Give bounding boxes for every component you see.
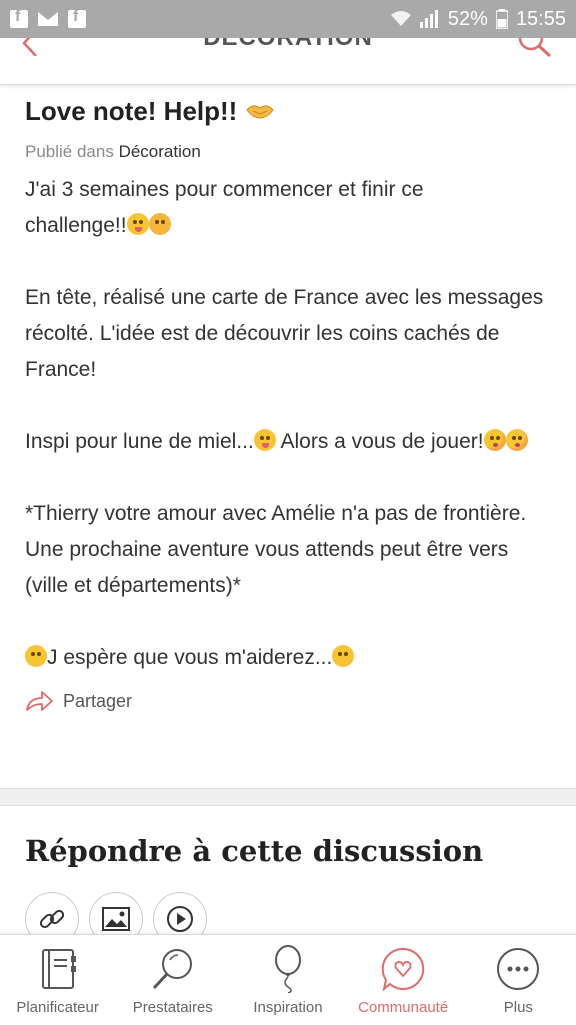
exploding-head-icon bbox=[148, 213, 171, 235]
squinting-tongue-icon bbox=[253, 429, 276, 451]
post-title: Love note! Help!! bbox=[25, 96, 238, 126]
search-icon bbox=[518, 38, 552, 58]
notebook-icon bbox=[41, 949, 76, 989]
chat-heart-icon bbox=[381, 947, 425, 992]
nav-item-inspiration[interactable]: Inspiration bbox=[230, 935, 345, 1025]
balloon-icon bbox=[274, 945, 301, 993]
section-divider bbox=[0, 788, 576, 806]
nav-item-planificateur[interactable]: Planificateur bbox=[0, 935, 115, 1025]
post-body: J'ai 3 semaines pour commencer et finir … bbox=[25, 172, 551, 676]
play-icon bbox=[167, 906, 193, 932]
kissing-face-icon bbox=[483, 429, 506, 451]
app-header: DÉCORATION bbox=[0, 38, 576, 85]
search-button[interactable] bbox=[516, 38, 556, 64]
magnifier-icon bbox=[152, 949, 192, 990]
meta-prefix: Publié dans bbox=[25, 142, 114, 161]
nav-item-plus[interactable]: Plus bbox=[461, 935, 576, 1025]
facebook-icon bbox=[68, 8, 86, 28]
eye-roll-icon bbox=[25, 645, 47, 667]
reply-title: Répondre à cette discussion bbox=[25, 834, 484, 868]
nav-item-communaute[interactable]: Communauté bbox=[346, 935, 461, 1025]
meta-category-link[interactable]: Décoration bbox=[119, 142, 201, 161]
share-button[interactable]: Partager bbox=[25, 690, 551, 712]
paragraph-5: J espère que vous m'aiderez... bbox=[25, 640, 551, 676]
clock: 15:55 bbox=[515, 7, 566, 30]
kissing-face-icon bbox=[505, 429, 528, 451]
nav-label: Plus bbox=[503, 999, 533, 1016]
paragraph-3-line-a: Inspi pour lune de miel... bbox=[25, 430, 254, 453]
paragraph-1: J'ai 3 semaines pour commencer et finir … bbox=[25, 172, 551, 244]
battery-percent: 52% bbox=[447, 7, 488, 30]
share-label: Partager bbox=[63, 690, 133, 711]
nav-item-prestataires[interactable]: Prestataires bbox=[115, 935, 230, 1025]
battery-icon bbox=[495, 9, 508, 29]
paragraph-3: Inspi pour lune de miel... Alors a vous … bbox=[25, 424, 551, 460]
status-system: 52% 15:55 bbox=[390, 8, 566, 31]
post-title-row: Love note! Help!! bbox=[25, 94, 551, 128]
image-icon bbox=[102, 907, 130, 931]
more-icon bbox=[497, 948, 540, 990]
paragraph-5-text: J espère que vous m'aiderez... bbox=[47, 646, 333, 669]
status-bar: 52% 15:55 bbox=[0, 0, 576, 38]
mail-icon bbox=[38, 12, 58, 26]
nav-label: Prestataires bbox=[132, 999, 213, 1016]
page-title: DÉCORATION bbox=[0, 38, 576, 52]
wifi-icon bbox=[390, 11, 411, 26]
link-icon bbox=[39, 909, 65, 929]
nav-label: Planificateur bbox=[16, 999, 99, 1016]
paragraph-3-line-b: Alors a vous de jouer! bbox=[275, 430, 484, 453]
nav-label: Inspiration bbox=[253, 999, 323, 1016]
post: Love note! Help!! Publié dans Décoration… bbox=[25, 88, 551, 712]
status-notifications bbox=[10, 8, 86, 28]
bottom-navigation: Planificateur Prestataires Inspiration C… bbox=[0, 934, 576, 1025]
handshake-icon bbox=[246, 105, 274, 119]
post-meta: Publié dans Décoration bbox=[25, 142, 551, 162]
paragraph-1-line-a: J'ai 3 semaines pour commencer et finir … bbox=[25, 178, 424, 201]
share-arrow-icon bbox=[26, 691, 53, 711]
paragraph-2: En tête, réalisé une carte de France ave… bbox=[25, 286, 544, 381]
nav-label: Communauté bbox=[358, 999, 449, 1016]
facebook-icon bbox=[10, 8, 28, 28]
signal-icon bbox=[419, 10, 438, 28]
paragraph-1-line-b: challenge!! bbox=[25, 214, 127, 237]
paragraph-4: *Thierry votre amour avec Amélie n'a pas… bbox=[25, 502, 527, 597]
zany-face-icon bbox=[126, 213, 149, 235]
eye-roll-icon bbox=[332, 645, 355, 667]
